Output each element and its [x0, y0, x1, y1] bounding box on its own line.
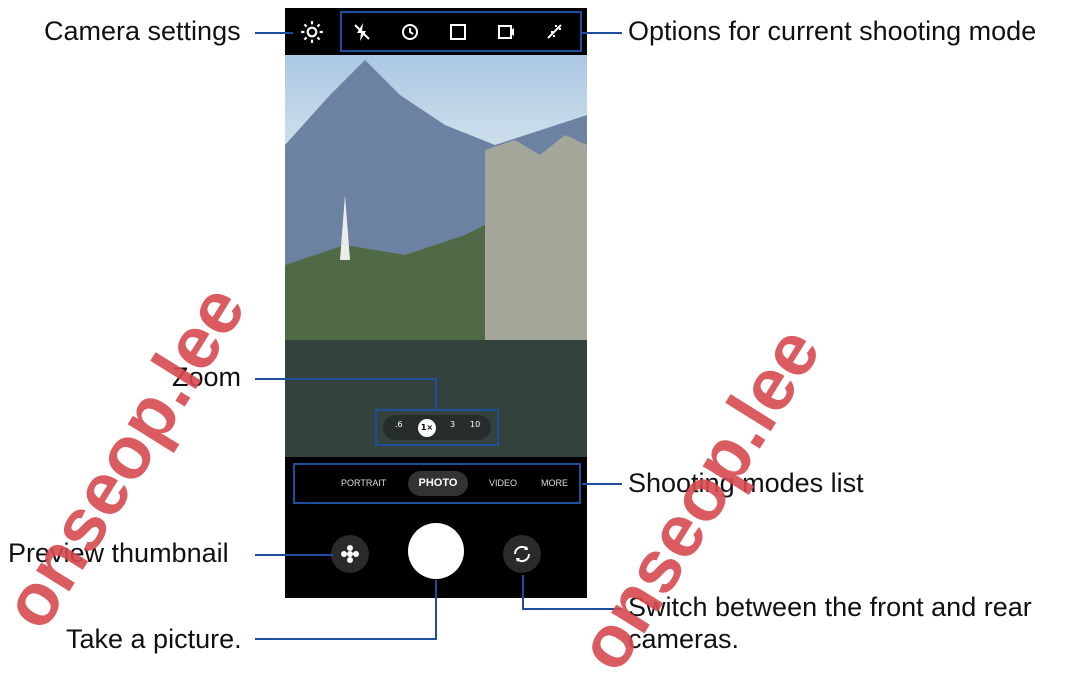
- options-line: [582, 32, 622, 34]
- mode-portrait[interactable]: PORTRAIT: [341, 478, 386, 488]
- motion-photo-icon[interactable]: [494, 20, 518, 44]
- callout-options: Options for current shooting mode: [628, 16, 1037, 46]
- preview-thumbnail[interactable]: [331, 535, 369, 573]
- take-picture-line: [255, 638, 437, 640]
- flash-off-icon[interactable]: [350, 20, 374, 44]
- zoom-option[interactable]: 10: [470, 420, 480, 429]
- callout-modes-list: Shooting modes list: [628, 468, 864, 498]
- switch-camera-icon: [513, 545, 531, 563]
- shooting-options-bar: [340, 11, 582, 52]
- zoom-line-vertical: [435, 378, 437, 410]
- shutter-button[interactable]: [408, 523, 464, 579]
- zoom-option-selected[interactable]: 1×: [418, 419, 436, 437]
- mode-photo[interactable]: PHOTO: [408, 471, 468, 496]
- callout-switch-line2: cameras.: [628, 624, 740, 654]
- switch-line: [522, 608, 622, 610]
- timer-icon[interactable]: [398, 20, 422, 44]
- callout-camera-settings: Camera settings: [44, 16, 241, 46]
- zoom-line: [255, 378, 437, 380]
- watermark-left: onseop.lee: [0, 270, 262, 643]
- preview-line: [255, 554, 333, 556]
- callout-switch-line1: Switch between the front and rear: [628, 592, 1032, 622]
- callout-zoom: Zoom: [172, 362, 242, 392]
- mode-more[interactable]: MORE: [541, 478, 568, 488]
- aspect-ratio-icon[interactable]: [446, 20, 470, 44]
- filter-effects-icon[interactable]: [542, 20, 566, 44]
- zoom-option[interactable]: 3: [450, 420, 455, 429]
- mode-video[interactable]: VIDEO: [489, 478, 517, 488]
- camera-screen: .6 1× 3 10 PORTRAIT PHOTO VIDEO MORE: [285, 8, 587, 598]
- switch-camera-button[interactable]: [503, 535, 541, 573]
- callout-take-picture: Take a picture.: [66, 624, 242, 654]
- top-bar: [285, 8, 587, 55]
- gear-icon[interactable]: [299, 19, 325, 45]
- zoom-control: .6 1× 3 10: [375, 409, 499, 446]
- switch-line-vertical: [522, 575, 524, 610]
- zoom-option[interactable]: .6: [395, 420, 403, 429]
- camera-settings-line: [255, 32, 293, 34]
- zoom-pill: .6 1× 3 10: [383, 415, 491, 440]
- flower-icon: [341, 545, 359, 563]
- modes-list-line: [582, 483, 622, 485]
- shooting-modes-list: PORTRAIT PHOTO VIDEO MORE: [293, 463, 581, 504]
- callout-preview: Preview thumbnail: [8, 538, 229, 568]
- take-picture-line-vertical: [435, 580, 437, 640]
